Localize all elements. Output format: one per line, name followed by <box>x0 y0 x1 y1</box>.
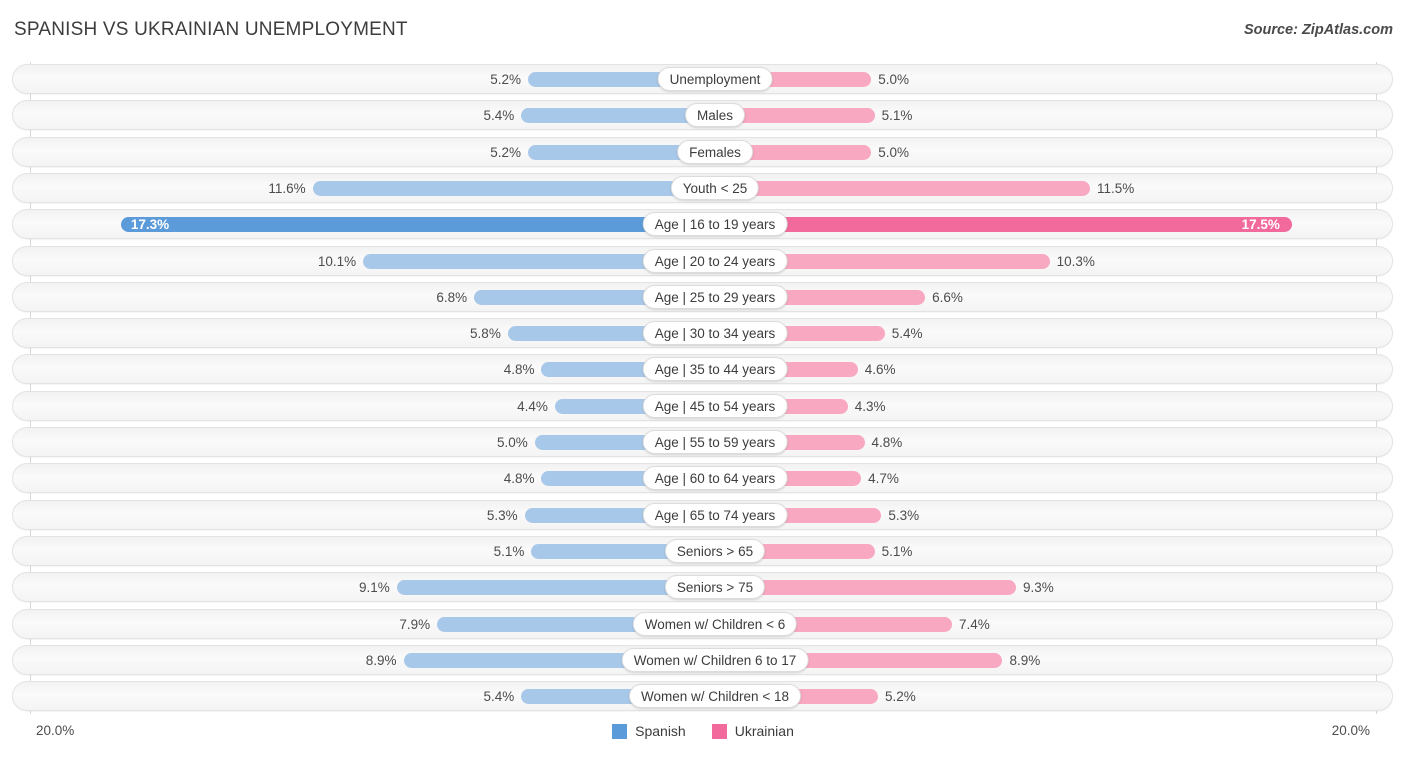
value-label-ukrainian: 4.8% <box>871 435 903 450</box>
value-label-spanish: 5.8% <box>470 326 501 342</box>
bar-spanish <box>521 108 703 124</box>
chart-footer: 20.0% 20.0% Spanish Ukrainian <box>0 717 1406 757</box>
value-label-ukrainian: 5.4% <box>891 326 923 342</box>
legend-label: Spanish <box>635 723 686 739</box>
value-label-ukrainian: 8.9% <box>1009 652 1041 668</box>
category-label: Age | 25 to 29 years <box>642 284 788 309</box>
value-label-spanish: 6.8% <box>436 289 468 305</box>
table-row: 7.9% 7.4% Women w/ Children < 6 <box>12 608 1393 639</box>
value-label-spanish: 5.4% <box>483 689 515 705</box>
value-label-ukrainian: 11.5% <box>1096 180 1135 196</box>
value-label-ukrainian: 9.3% <box>1022 580 1054 596</box>
value-label-spanish: 5.2% <box>490 144 522 160</box>
value-label-ukrainian: 5.0% <box>878 72 910 87</box>
category-label: Seniors > 65 <box>664 538 766 563</box>
bar-ukrainian <box>703 180 1090 196</box>
category-label: Age | 35 to 44 years <box>642 357 788 382</box>
legend-swatch-icon <box>612 723 628 739</box>
value-label-ukrainian: 4.7% <box>868 471 899 487</box>
value-label-spanish: 4.8% <box>503 471 535 487</box>
legend-item[interactable]: Ukrainian <box>711 723 794 739</box>
value-label-ukrainian: 10.3% <box>1056 253 1095 269</box>
chart-header: SPANISH VS UKRAINIAN UNEMPLOYMENT Source… <box>0 0 1406 58</box>
table-row: 4.4% 4.3% Age | 45 to 54 years <box>12 390 1393 421</box>
category-label: Age | 45 to 54 years <box>642 393 788 418</box>
category-label: Unemployment <box>657 67 773 91</box>
table-row: 11.6% 11.5% Youth < 25 <box>12 172 1393 203</box>
table-row: 5.3% 5.3% Age | 65 to 74 years <box>12 499 1393 530</box>
value-label-spanish: 4.8% <box>503 362 535 378</box>
category-label: Males <box>684 103 746 128</box>
bar-spanish <box>120 217 703 233</box>
chart-plot-area: 5.2% 5.0% Unemployment 5.4% 5.1% Males 5.2% 5.0… <box>0 62 1406 717</box>
table-row: 5.4% 5.2% Women w/ Children < 18 <box>12 681 1393 712</box>
category-label: Age | 30 to 34 years <box>642 321 788 346</box>
value-label-spanish: 5.0% <box>496 435 528 450</box>
category-label: Women w/ Children 6 to 17 <box>621 647 809 672</box>
value-label-spanish: 11.6% <box>268 180 306 196</box>
source-attribution: Source: ZipAtlas.com <box>1243 22 1393 38</box>
value-label-spanish: 17.3% <box>130 217 170 233</box>
value-label-spanish: 7.9% <box>399 616 431 632</box>
bar-spanish <box>312 180 703 196</box>
value-label-ukrainian: 5.0% <box>878 144 910 160</box>
category-label: Age | 65 to 74 years <box>642 502 788 527</box>
table-row: 6.8% 6.6% Age | 25 to 29 years <box>12 281 1393 312</box>
table-row: 5.0% 4.8% Age | 55 to 59 years <box>12 427 1393 457</box>
value-label-ukrainian: 17.5% <box>1241 217 1280 233</box>
value-label-spanish: 5.1% <box>493 543 525 559</box>
category-label: Youth < 25 <box>670 175 760 200</box>
table-row: 5.2% 5.0% Unemployment <box>12 64 1393 94</box>
table-row: 5.1% 5.1% Seniors > 65 <box>12 535 1393 566</box>
legend-swatch-icon <box>711 723 727 739</box>
table-row: 17.3% 17.5% Age | 16 to 19 years <box>12 209 1393 240</box>
value-label-ukrainian: 4.6% <box>864 362 896 378</box>
value-label-ukrainian: 4.3% <box>854 398 886 414</box>
value-label-spanish: 9.1% <box>359 580 390 596</box>
category-label: Age | 16 to 19 years <box>642 212 788 237</box>
value-label-spanish: 4.4% <box>517 398 548 414</box>
category-label: Women w/ Children < 18 <box>629 684 801 709</box>
value-label-ukrainian: 5.2% <box>884 689 916 705</box>
table-row: 9.1% 9.3% Seniors > 75 <box>12 572 1393 603</box>
value-label-ukrainian: 6.6% <box>932 289 963 305</box>
value-label-spanish: 5.2% <box>490 72 522 87</box>
value-label-ukrainian: 5.3% <box>888 507 920 523</box>
legend-item[interactable]: Spanish <box>612 723 686 739</box>
value-label-ukrainian: 7.4% <box>959 616 990 632</box>
table-row: 5.2% 5.0% Females <box>12 136 1393 167</box>
value-label-ukrainian: 5.1% <box>881 543 913 559</box>
category-label: Women w/ Children < 6 <box>632 611 798 636</box>
category-label: Females <box>677 139 753 164</box>
bar-spanish <box>396 580 703 596</box>
value-label-spanish: 5.4% <box>483 108 515 124</box>
category-label: Age | 20 to 24 years <box>642 248 788 273</box>
value-label-spanish: 5.3% <box>486 507 518 523</box>
table-row: 4.8% 4.6% Age | 35 to 44 years <box>12 354 1393 385</box>
value-label-ukrainian: 5.1% <box>881 108 913 124</box>
table-row: 5.8% 5.4% Age | 30 to 34 years <box>12 318 1393 349</box>
table-row: 5.4% 5.1% Males <box>12 100 1393 131</box>
chart-legend: Spanish Ukrainian <box>0 723 1406 739</box>
table-row: 8.9% 8.9% Women w/ Children 6 to 17 <box>12 644 1393 675</box>
category-label: Seniors > 75 <box>664 575 766 600</box>
table-row: 4.8% 4.7% Age | 60 to 64 years <box>12 463 1393 494</box>
table-row: 10.1% 10.3% Age | 20 to 24 years <box>12 245 1393 276</box>
value-label-spanish: 10.1% <box>317 253 357 269</box>
value-label-spanish: 8.9% <box>365 652 397 668</box>
category-label: Age | 55 to 59 years <box>642 430 788 454</box>
legend-label: Ukrainian <box>734 723 794 739</box>
category-label: Age | 60 to 64 years <box>642 466 788 491</box>
page-title: SPANISH VS UKRAINIAN UNEMPLOYMENT <box>14 19 408 40</box>
